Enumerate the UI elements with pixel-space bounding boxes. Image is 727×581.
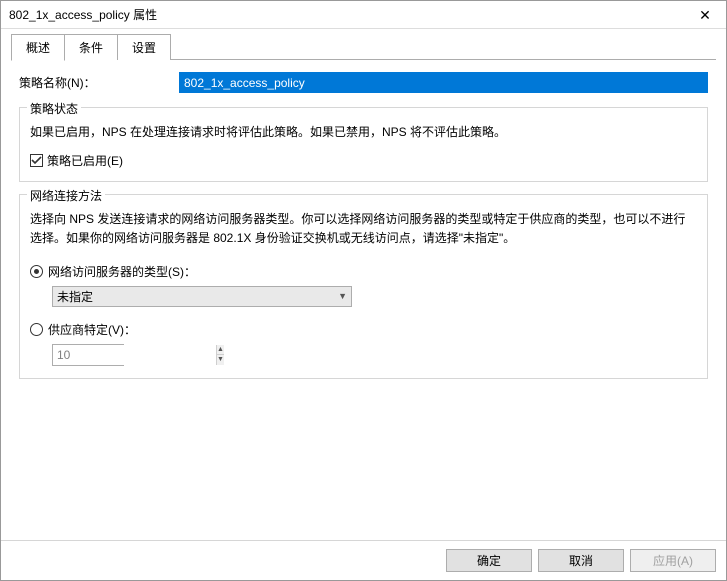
close-button[interactable]: ✕ <box>684 1 726 28</box>
server-type-select-value: 未指定 <box>57 288 93 305</box>
apply-button: 应用(A) <box>630 549 716 572</box>
policy-name-input[interactable] <box>179 72 708 93</box>
vendor-spinner-input <box>53 345 216 365</box>
window-title: 802_1x_access_policy 属性 <box>9 6 157 23</box>
chevron-up-icon: ▲ <box>217 346 224 353</box>
policy-enabled-label: 策略已启用(E) <box>47 152 123 169</box>
tab-conditions-label: 条件 <box>79 41 103 55</box>
checkbox-icon <box>30 154 43 167</box>
tab-bar: 概述 条件 设置 <box>11 37 716 60</box>
connection-method-group: 网络连接方法 选择向 NPS 发送连接请求的网络访问服务器类型。你可以选择网络访… <box>19 194 708 378</box>
chevron-down-icon: ▼ <box>217 356 224 363</box>
close-icon: ✕ <box>699 8 711 22</box>
radio-vendor-label: 供应商特定(V)： <box>48 321 136 338</box>
tab-overview[interactable]: 概述 <box>11 34 65 61</box>
policy-enabled-checkbox[interactable]: 策略已启用(E) <box>30 152 697 169</box>
policy-status-group: 策略状态 如果已启用，NPS 在处理连接请求时将评估此策略。如果已禁用，NPS … <box>19 107 708 182</box>
vendor-spinner[interactable]: ▲ ▼ <box>52 344 124 366</box>
connection-method-desc: 选择向 NPS 发送连接请求的网络访问服务器类型。你可以选择网络访问服务器的类型… <box>30 210 697 248</box>
tab-settings[interactable]: 设置 <box>117 34 171 60</box>
radio-vendor-specific[interactable]: 供应商特定(V)： <box>30 321 697 338</box>
ok-button[interactable]: 确定 <box>446 549 532 572</box>
tab-settings-label: 设置 <box>132 41 156 55</box>
spinner-down-button[interactable]: ▼ <box>217 355 224 365</box>
server-type-select[interactable]: 未指定 ▼ <box>52 286 352 307</box>
cancel-button[interactable]: 取消 <box>538 549 624 572</box>
radio-icon <box>30 265 43 278</box>
chevron-down-icon: ▼ <box>338 291 347 301</box>
spinner-up-button[interactable]: ▲ <box>217 345 224 356</box>
policy-status-desc: 如果已启用，NPS 在处理连接请求时将评估此策略。如果已禁用，NPS 将不评估此… <box>30 123 697 142</box>
policy-status-title: 策略状态 <box>27 100 81 117</box>
radio-server-type[interactable]: 网络访问服务器的类型(S)： <box>30 263 697 280</box>
connection-method-title: 网络连接方法 <box>27 187 105 204</box>
tab-overview-label: 概述 <box>26 41 50 55</box>
tab-conditions[interactable]: 条件 <box>64 34 118 60</box>
radio-icon <box>30 323 43 336</box>
policy-name-label: 策略名称(N)： <box>19 74 179 91</box>
radio-server-type-label: 网络访问服务器的类型(S)： <box>48 263 196 280</box>
